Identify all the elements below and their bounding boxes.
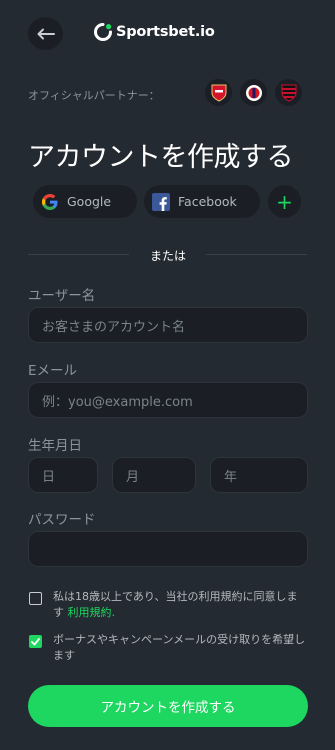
flamengo-crest-icon bbox=[281, 84, 296, 102]
facebook-signin-button[interactable]: Facebook bbox=[144, 185, 260, 218]
page-title: アカウントを作成する bbox=[28, 142, 294, 173]
logo-text: Sportsbet.io bbox=[116, 24, 215, 40]
terms-link[interactable]: 利用規約 bbox=[68, 606, 112, 619]
username-input[interactable]: お客さまのアカウント名 bbox=[28, 307, 308, 343]
terms-checkbox[interactable] bbox=[29, 592, 42, 605]
check-icon bbox=[31, 637, 40, 645]
arsenal-crest-icon bbox=[211, 84, 226, 102]
birth-day-select[interactable]: 日 bbox=[28, 457, 98, 493]
email-label: Eメール bbox=[28, 363, 78, 379]
birth-month-select[interactable]: 月 bbox=[112, 457, 196, 493]
password-label: パスワード bbox=[28, 512, 96, 528]
password-input[interactable] bbox=[28, 531, 308, 567]
facebook-icon bbox=[152, 192, 170, 211]
marketing-checkbox[interactable] bbox=[29, 635, 42, 648]
username-placeholder: お客さまのアカウント名 bbox=[42, 319, 186, 335]
email-input[interactable]: 例：you@example.com bbox=[28, 382, 308, 418]
terms-text: 私は18歳以上であり、当社の利用規約に同意します 利用規約. bbox=[53, 589, 308, 621]
birth-year-placeholder: 年 bbox=[224, 469, 238, 485]
terms-text-end: . bbox=[111, 606, 116, 619]
sportsbet-logo[interactable]: Sportsbet.io bbox=[93, 22, 215, 42]
birthdate-label: 生年月日 bbox=[28, 438, 82, 454]
google-signin-button[interactable]: Google bbox=[33, 185, 137, 218]
google-icon bbox=[42, 193, 58, 210]
partner-label: オフィシャルパートナー： bbox=[28, 89, 160, 102]
email-placeholder: 例：you@example.com bbox=[42, 394, 193, 410]
southampton-crest-icon bbox=[245, 84, 262, 101]
plus-icon: + bbox=[276, 189, 293, 214]
divider-line-right bbox=[206, 254, 307, 255]
arsenal-badge[interactable] bbox=[205, 79, 232, 106]
flamengo-badge[interactable] bbox=[275, 79, 302, 106]
back-button[interactable] bbox=[28, 17, 63, 50]
marketing-text: ボーナスやキャンペーンメールの受け取りを希望します bbox=[53, 633, 306, 662]
logo-mark-icon bbox=[94, 23, 112, 41]
more-signin-options-button[interactable]: + bbox=[268, 185, 301, 218]
birth-year-select[interactable]: 年 bbox=[210, 457, 308, 493]
divider-line-left bbox=[28, 254, 129, 255]
birth-day-placeholder: 日 bbox=[42, 469, 56, 485]
arrow-left-icon bbox=[37, 28, 55, 39]
google-label: Google bbox=[67, 194, 112, 209]
divider-text: または bbox=[150, 249, 187, 263]
birth-month-placeholder: 月 bbox=[126, 469, 140, 485]
username-label: ユーザー名 bbox=[28, 288, 96, 304]
southampton-badge[interactable] bbox=[240, 79, 267, 106]
facebook-label: Facebook bbox=[178, 194, 237, 209]
create-account-button[interactable]: アカウントを作成する bbox=[28, 685, 308, 727]
